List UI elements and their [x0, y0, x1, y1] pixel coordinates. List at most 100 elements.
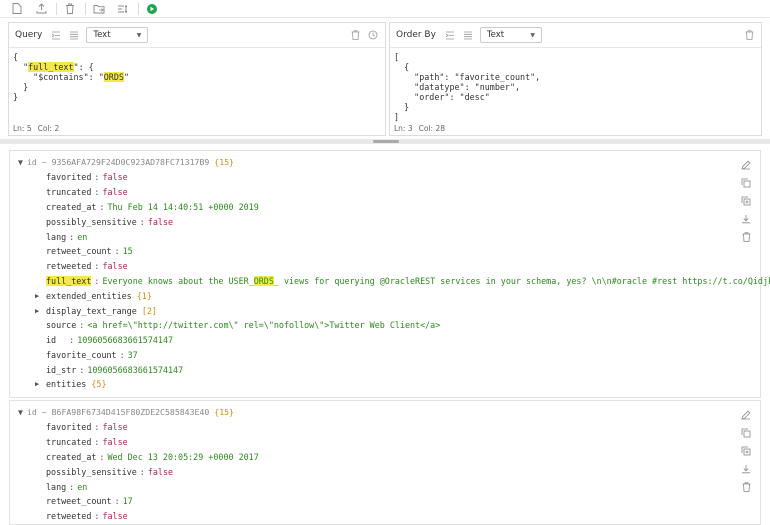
orderby-format-select[interactable]: Text ▼	[479, 27, 542, 43]
trash-icon[interactable]	[743, 29, 755, 41]
field-row: lang: en	[46, 482, 88, 492]
field-row: full_text: Everyone knows about the USER_…	[46, 274, 770, 288]
filter-list-icon[interactable]	[114, 1, 132, 17]
code-line: }	[13, 92, 19, 102]
main-toolbar	[0, 0, 770, 18]
field-key: favorited	[46, 172, 92, 182]
field-row-expandable[interactable]: ▶ entities {5}	[35, 377, 107, 391]
collapse-icon[interactable]: ▼	[18, 157, 23, 167]
edit-icon[interactable]	[740, 159, 752, 171]
field-row: retweeted: false	[46, 511, 128, 521]
panel-splitter[interactable]	[0, 139, 770, 144]
field-row: favorited: false	[46, 172, 128, 182]
field-row: id :1096056683661574147	[46, 335, 174, 345]
field-value: <a href=\"http://twitter.com\" rel=\"nof…	[87, 320, 441, 330]
query-panel-actions	[343, 29, 379, 41]
copy-icon[interactable]	[740, 177, 752, 189]
document-id: id ~ B6FA98F6734D415F80ZDE2C585843E40	[26, 407, 210, 417]
chevron-right-icon[interactable]: ▶	[35, 289, 39, 303]
trash-icon[interactable]	[61, 1, 79, 17]
code-line: }	[13, 82, 29, 92]
field-row-expandable[interactable]: ▶ extended_entities {1}	[35, 289, 152, 303]
code-line: "datatype": "number",	[394, 82, 521, 92]
code-line: "order": "desc"	[394, 92, 490, 102]
trash-icon[interactable]	[349, 29, 361, 41]
field-value: 1096056683661574147	[77, 335, 174, 345]
splitter-grip[interactable]	[373, 140, 399, 143]
search-highlight: ORDS	[103, 72, 124, 82]
code-line: "$contains": "ORDS"	[13, 72, 129, 82]
field-key: lang	[46, 232, 67, 242]
toolbar-divider	[85, 2, 86, 15]
field-value: false	[102, 422, 128, 432]
field-row: truncated: false	[46, 187, 128, 197]
collapse-icon[interactable]: ▼	[18, 407, 23, 417]
field-row: favorite_count:37	[46, 350, 138, 360]
field-key: created_at	[46, 202, 97, 212]
run-button[interactable]	[143, 1, 161, 17]
query-panel-header: Query Text ▼	[9, 23, 385, 48]
field-value: Thu Feb 14 14:40:51 +0000 2019	[107, 202, 259, 212]
document-id: id ~ 9356AFA729F24D0C923AD78FC71317B9	[26, 157, 210, 167]
field-value: false	[147, 467, 174, 477]
clone-icon[interactable]	[740, 195, 752, 207]
toolbar-divider	[56, 2, 57, 15]
code-line: ]	[394, 112, 400, 122]
orderby-panel-header: Order By Text ▼	[390, 23, 761, 48]
edit-icon[interactable]	[740, 409, 752, 421]
query-format-value: Text	[93, 30, 111, 40]
field-key: truncated	[46, 187, 92, 197]
field-key: lang	[46, 482, 67, 492]
query-panel-title: Query	[15, 30, 43, 40]
download-icon[interactable]	[740, 213, 752, 225]
upload-icon[interactable]	[32, 1, 50, 17]
search-highlight: ORDS	[253, 276, 274, 286]
document-field-count: {15}	[214, 407, 234, 417]
field-row: possibly_sensitive: false	[46, 467, 174, 477]
field-row: retweet_count:17	[46, 496, 133, 506]
field-value: en	[77, 482, 88, 492]
field-key: source	[46, 320, 77, 330]
chevron-right-icon[interactable]: ▶	[35, 304, 39, 318]
orderby-code[interactable]: [ { "path": "favorite_count", "datatype"…	[390, 48, 761, 122]
document-actions	[740, 159, 752, 249]
field-row: favorited: false	[46, 422, 128, 432]
field-value: {5}	[91, 379, 107, 389]
field-key: created_at	[46, 452, 97, 462]
trash-icon[interactable]	[740, 231, 752, 243]
query-editor-panel: Query Text ▼ { "full_text": { "$contains…	[8, 22, 386, 136]
field-key: favorite_count	[46, 350, 117, 360]
field-row: retweeted: false	[46, 261, 128, 271]
indent-icon[interactable]	[444, 29, 456, 41]
document-header[interactable]: ▼ id ~ 9356AFA729F24D0C923AD78FC71317B9 {…	[18, 155, 234, 169]
trash-icon[interactable]	[740, 481, 752, 493]
document-header[interactable]: ▼ id ~ B6FA98F6734D415F80ZDE2C585843E40 {…	[18, 405, 234, 419]
chevron-right-icon[interactable]: ▶	[35, 377, 39, 391]
history-icon[interactable]	[367, 29, 379, 41]
field-row: created_at: Wed Dec 13 20:05:29 +0000 201…	[46, 452, 259, 462]
field-value: 1096056683661574147	[87, 365, 184, 375]
search-highlight: full_text	[28, 62, 74, 72]
move-folder-icon[interactable]	[90, 1, 108, 17]
format-lines-icon[interactable]	[462, 29, 474, 41]
field-row: retweet_count:15	[46, 246, 133, 256]
query-format-select[interactable]: Text ▼	[86, 27, 149, 43]
field-row: source: <a href=\"http://twitter.com\" re…	[46, 320, 441, 330]
format-lines-icon[interactable]	[68, 29, 80, 41]
field-row-expandable[interactable]: ▶ display_text_range [2]	[35, 304, 157, 318]
field-value: false	[102, 187, 128, 197]
copy-icon[interactable]	[740, 427, 752, 439]
indent-icon[interactable]	[50, 29, 62, 41]
field-key: entities	[46, 379, 87, 389]
clone-icon[interactable]	[740, 445, 752, 457]
download-icon[interactable]	[740, 463, 752, 475]
field-key-highlighted: full_text	[46, 276, 92, 286]
value-text: Everyone knows about the USER_	[102, 276, 254, 286]
new-document-icon[interactable]	[8, 1, 26, 17]
toolbar-divider	[138, 2, 139, 15]
query-code[interactable]: { "full_text": { "$contains": "ORDS" }}	[9, 48, 385, 102]
field-value: false	[102, 172, 128, 182]
field-value: {1}	[136, 291, 152, 301]
play-icon	[147, 3, 157, 14]
field-key: favorited	[46, 422, 92, 432]
